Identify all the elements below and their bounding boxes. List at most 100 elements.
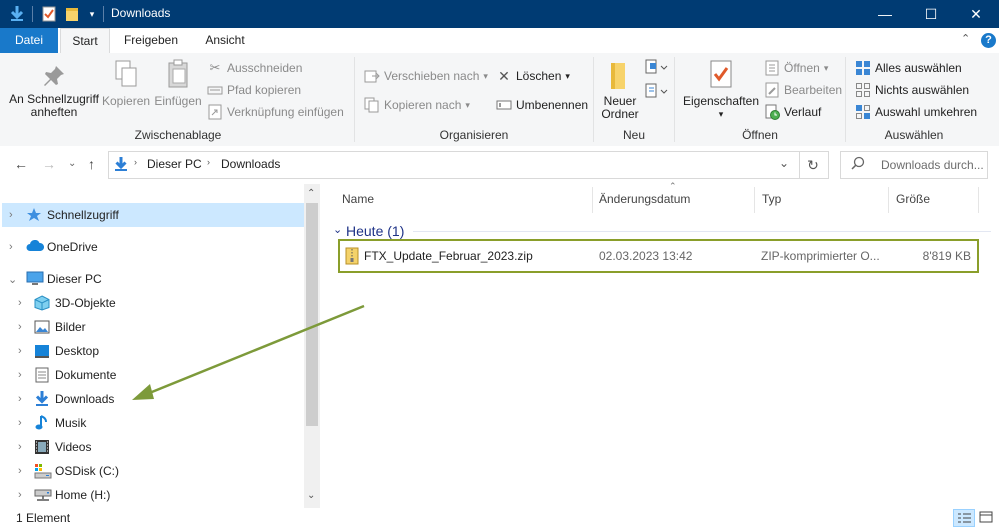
new-folder-button[interactable]: Neuer Ordner <box>598 59 642 121</box>
properties-quick-icon[interactable] <box>40 5 58 23</box>
chevron-down-icon: ⌄ <box>8 273 18 286</box>
recent-locations-chevron-icon[interactable]: ⌄ <box>68 158 76 169</box>
breadcrumb-dieser-pc[interactable]: Dieser PC <box>147 157 202 171</box>
nav-item-osdisk[interactable]: › OSDisk (C:) <box>0 460 300 482</box>
nav-item-schnellzugriff[interactable]: › Schnellzugriff <box>0 204 300 226</box>
column-header-name[interactable]: Name <box>342 192 374 206</box>
path-icon <box>207 82 223 98</box>
collapse-ribbon-icon[interactable]: ⌃ <box>961 32 970 45</box>
tab-datei[interactable]: Datei <box>0 28 58 53</box>
tab-ansicht[interactable]: Ansicht <box>192 28 258 53</box>
nav-label: OSDisk (C:) <box>55 464 119 478</box>
delete-button[interactable]: ✕ Löschen ▾ <box>496 66 570 86</box>
column-header-type[interactable]: Typ <box>762 192 781 206</box>
scroll-down-chevron-icon[interactable]: ⌄ <box>307 490 315 501</box>
edit-button[interactable]: Bearbeiten <box>764 80 842 100</box>
star-icon <box>26 207 42 223</box>
chevron-right-icon: › <box>207 157 210 167</box>
chevron-down-icon: ▾ <box>565 70 570 81</box>
back-arrow-icon[interactable]: ← <box>14 156 28 172</box>
history-label: Verlauf <box>784 105 822 119</box>
column-divider[interactable] <box>592 187 593 213</box>
cut-label: Ausschneiden <box>227 61 303 75</box>
paste-shortcut-button[interactable]: Verknüpfung einfügen <box>207 102 344 122</box>
drive-icon <box>34 463 52 479</box>
pin-quick-access-button[interactable]: An Schnellzugriff anheften <box>6 63 102 119</box>
new-item-icon[interactable] <box>645 59 669 78</box>
chevron-down-icon: ▾ <box>465 99 470 110</box>
chevron-right-icon: › <box>9 241 13 253</box>
chevron-right-icon: › <box>18 345 22 357</box>
rename-button[interactable]: Umbenennen <box>496 95 588 115</box>
select-none-label: Nichts auswählen <box>875 83 970 97</box>
copy-path-button[interactable]: Pfad kopieren <box>207 80 301 100</box>
search-box[interactable]: Downloads durch... <box>840 151 988 179</box>
help-icon[interactable]: ? <box>981 33 996 48</box>
refresh-button[interactable]: ↻ <box>798 151 829 179</box>
download-arrow-icon[interactable] <box>8 5 26 23</box>
history-button[interactable]: Verlauf <box>764 102 821 122</box>
maximize-button[interactable]: ☐ <box>908 0 954 28</box>
nav-label: Dieser PC <box>47 272 102 286</box>
address-bar[interactable]: › Dieser PC › Downloads ⌄ <box>108 151 800 179</box>
sort-indicator-icon: ⌃ <box>669 181 677 191</box>
group-label-select: Auswählen <box>884 128 944 142</box>
nav-label: Schnellzugriff <box>47 208 119 222</box>
file-modified: 02.03.2023 13:42 <box>599 249 693 263</box>
nav-item-home[interactable]: › Home (H:) <box>0 484 300 506</box>
invert-selection-button[interactable]: Auswahl umkehren <box>855 102 977 122</box>
details-view-button[interactable] <box>953 509 975 527</box>
new-folder-quick-icon[interactable] <box>64 5 82 23</box>
column-header-size[interactable]: Größe <box>896 192 930 206</box>
invert-selection-icon <box>855 104 871 120</box>
search-placeholder: Downloads durch... <box>881 158 984 172</box>
scissors-icon: ✂ <box>209 60 221 75</box>
chevron-right-icon: › <box>134 157 137 167</box>
scroll-up-chevron-icon[interactable]: ⌃ <box>307 188 315 199</box>
nav-label: Dokumente <box>55 368 117 382</box>
ribbon-separator <box>674 57 675 142</box>
group-header-today[interactable]: ⌄ Heute (1) <box>333 223 993 239</box>
file-name: FTX_Update_Februar_2023.zip <box>364 249 533 263</box>
cut-button[interactable]: ✂ Ausschneiden <box>207 58 303 78</box>
nav-item-videos[interactable]: › Videos <box>0 436 300 458</box>
column-divider[interactable] <box>888 187 889 213</box>
up-arrow-icon[interactable]: ↑ <box>88 156 95 172</box>
tab-freigeben[interactable]: Freigeben <box>112 28 190 53</box>
easy-access-icon[interactable] <box>645 83 669 102</box>
select-all-icon <box>855 60 871 76</box>
computer-icon <box>26 271 44 287</box>
nav-item-dieser-pc[interactable]: ⌄ Dieser PC <box>0 268 300 290</box>
column-divider[interactable] <box>978 187 979 213</box>
column-divider[interactable] <box>754 187 755 213</box>
chevron-down-icon: ▾ <box>483 70 488 81</box>
open-button[interactable]: Öffnen ▾ <box>764 58 828 78</box>
column-header-modified[interactable]: Änderungsdatum <box>599 192 690 206</box>
paste-shortcut-label: Verknüpfung einfügen <box>227 105 344 119</box>
properties-button[interactable]: Eigenschaften ▾ <box>680 59 762 121</box>
breadcrumb-downloads[interactable]: Downloads <box>221 157 280 171</box>
copy-to-button[interactable]: Kopieren nach ▾ <box>364 95 470 115</box>
close-button[interactable]: ✕ <box>953 0 999 28</box>
large-icons-view-button[interactable] <box>977 509 995 525</box>
address-dropdown-chevron-icon[interactable]: ⌄ <box>779 156 789 170</box>
move-to-button[interactable]: Verschieben nach ▾ <box>364 66 488 86</box>
rename-icon <box>496 97 512 113</box>
copy-button[interactable]: Kopieren <box>102 59 150 108</box>
chevron-right-icon: › <box>18 441 22 453</box>
window-title: Downloads <box>111 6 171 20</box>
customize-quick-access-icon[interactable]: ▾ <box>86 5 98 23</box>
nav-item-musik[interactable]: › Musik <box>0 412 300 434</box>
paste-button[interactable]: Einfügen <box>152 59 204 108</box>
select-all-button[interactable]: Alles auswählen <box>855 58 962 78</box>
chevron-down-icon: ▾ <box>823 62 829 73</box>
copy-to-label: Kopieren nach <box>384 98 462 112</box>
forward-arrow-icon[interactable]: → <box>42 156 56 172</box>
select-none-button[interactable]: Nichts auswählen <box>855 80 969 100</box>
nav-item-onedrive[interactable]: › OneDrive <box>0 236 300 258</box>
minimize-button[interactable]: — <box>862 0 908 28</box>
highlighted-file-row[interactable]: FTX_Update_Februar_2023.zip 02.03.2023 1… <box>338 239 979 273</box>
properties-label: Eigenschaften <box>682 94 760 108</box>
tab-start[interactable]: Start <box>60 28 110 54</box>
music-icon <box>34 414 50 430</box>
